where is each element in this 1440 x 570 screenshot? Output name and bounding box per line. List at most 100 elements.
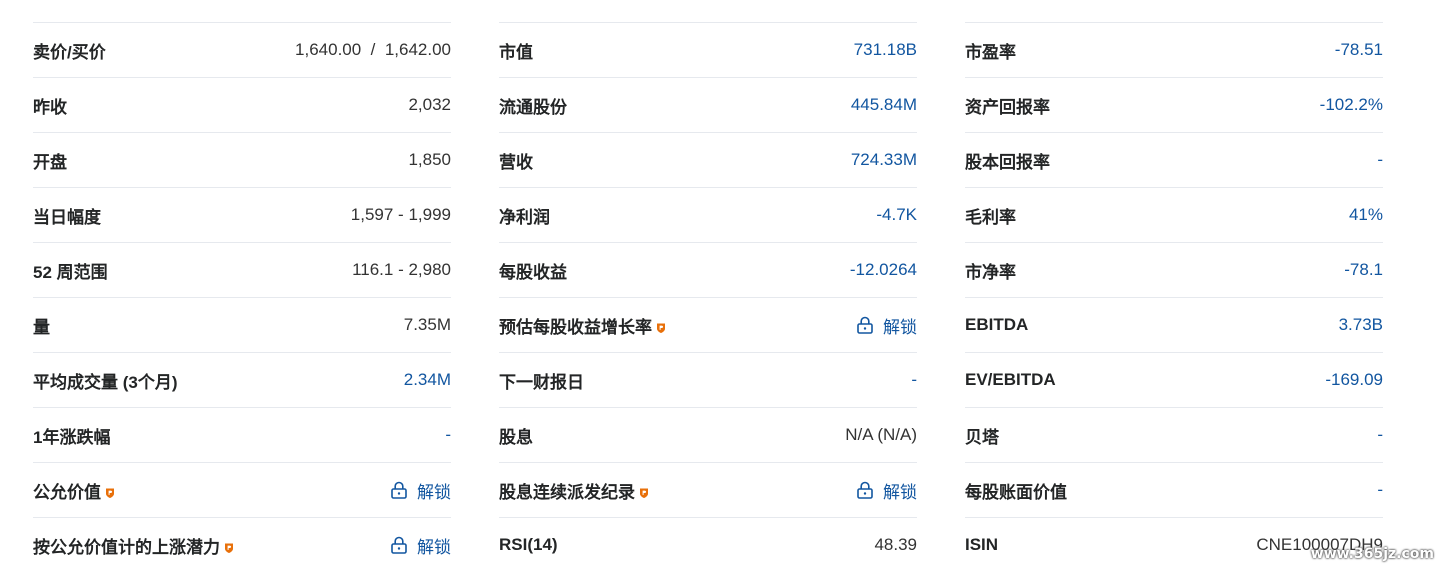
stat-label-text: 按公允价值计的上涨潜力 [33,537,220,557]
stat-row: 每股收益 -12.0264 [499,242,917,297]
stat-value-link[interactable]: 3.73B [1339,315,1383,335]
stat-label-text: 卖价/买价 [33,42,106,62]
stat-value: N/A (N/A) [845,425,917,444]
stat-row: 贝塔 - [965,407,1383,462]
stat-value-link[interactable]: 2.34M [404,370,451,390]
stat-label-text: 市净率 [965,262,1016,282]
stat-label-text: 量 [33,317,50,337]
unlock-button[interactable]: 解锁 [389,533,451,558]
stat-label-text: 昨收 [33,97,67,117]
stat-row: 预估每股收益增长率 解锁 [499,297,917,352]
stat-label-text: 下一财报日 [499,372,584,392]
unlock-label: 解锁 [417,537,451,557]
stat-value: 7.35M [403,315,451,334]
stat-row: 平均成交量 (3个月) 2.34M [33,352,451,407]
stat-value-link[interactable]: - [1377,480,1383,500]
stat-value-link[interactable]: - [1377,425,1383,445]
stat-value-link[interactable]: -78.51 [1335,40,1383,60]
stat-label: 平均成交量 (3个月) [33,368,178,393]
stat-label: ISIN [965,535,998,555]
stats-column-1: 卖价/买价 1,640.00 / 1,642.00 昨收 2,032 开盘 1,850 当日… [33,22,451,570]
stat-value: 1,850 [408,150,451,169]
stat-value-link[interactable]: -169.09 [1325,370,1383,390]
stat-value-link[interactable]: -12.0264 [850,260,917,280]
stat-row: RSI(14) 48.39 [499,517,917,570]
stat-label-text: 股息 [499,427,533,447]
stat-label-text: 流通股份 [499,97,567,117]
stat-label-text: 52 周范围 [33,262,108,282]
pro-badge-icon [638,484,650,498]
stat-label: 股息 [499,423,533,448]
stat-row: 下一财报日 - [499,352,917,407]
lock-icon [855,315,875,335]
stat-label-text: EBITDA [965,315,1029,334]
pro-badge-icon [655,319,667,333]
stat-row: EV/EBITDA -169.09 [965,352,1383,407]
stat-label: 当日幅度 [33,203,101,228]
unlock-button[interactable]: 解锁 [855,478,917,503]
stat-row: 净利润 -4.7K [499,187,917,242]
stat-row: 市净率 -78.1 [965,242,1383,297]
stat-row: ISIN CNE100007DH9 [965,517,1383,570]
stat-label-text: 毛利率 [965,207,1016,227]
stats-column-2: 市值 731.18B 流通股份 445.84M 营收 724.33M 净利润 -4.7K 每股收… [499,22,917,570]
stat-label-text: 市值 [499,42,533,62]
stat-label: 净利润 [499,203,550,228]
stat-value-link[interactable]: 41% [1349,205,1383,225]
stat-value-link[interactable]: -102.2% [1320,95,1383,115]
stat-label-text: 股本回报率 [965,152,1050,172]
lock-icon [389,480,409,500]
stat-label: 市净率 [965,258,1016,283]
lock-icon [389,535,409,555]
lock-icon [855,480,875,500]
stat-value-link[interactable]: 731.18B [854,40,917,60]
stat-row: 昨收 2,032 [33,77,451,132]
stat-label: 下一财报日 [499,368,584,393]
stat-label: EBITDA [965,315,1028,335]
stat-row: 营收 724.33M [499,132,917,187]
stat-label: 开盘 [33,148,67,173]
stat-label: RSI(14) [499,535,558,555]
stat-label: 资产回报率 [965,93,1050,118]
unlock-button[interactable]: 解锁 [855,313,917,338]
stats-column-3: 市盈率 -78.51 资产回报率 -102.2% 股本回报率 - 毛利率 41% 市净率 -78.… [965,22,1383,570]
stat-label: 营收 [499,148,533,173]
stat-row: 公允价值 解锁 [33,462,451,517]
stat-label-text: 资产回报率 [965,97,1050,117]
stat-value-link[interactable]: - [445,425,451,445]
stat-value-link[interactable]: - [911,370,917,390]
stat-value: 116.1 - 2,980 [352,260,451,279]
stat-row: 量 7.35M [33,297,451,352]
stat-value-link[interactable]: 724.33M [851,150,917,170]
stat-value: 2,032 [408,95,451,114]
stat-label-text: 净利润 [499,207,550,227]
key-stats-page: 卖价/买价 1,640.00 / 1,642.00 昨收 2,032 开盘 1,850 当日… [0,0,1440,570]
stat-label: 流通股份 [499,93,567,118]
stat-row: 卖价/买价 1,640.00 / 1,642.00 [33,22,451,77]
stat-value: 1,640.00 / 1,642.00 [295,40,451,59]
stat-label-text: 平均成交量 (3个月) [33,372,178,392]
stat-label-text: 市盈率 [965,42,1016,62]
stat-row: 毛利率 41% [965,187,1383,242]
stat-label: 量 [33,313,50,338]
stat-row: 市盈率 -78.51 [965,22,1383,77]
stat-label-text: 当日幅度 [33,207,101,227]
stat-label-text: 每股账面价值 [965,482,1067,502]
stat-value-link[interactable]: -4.7K [876,205,917,225]
stat-value-link[interactable]: -78.1 [1344,260,1383,280]
stat-label: 市值 [499,38,533,63]
stat-row: 当日幅度 1,597 - 1,999 [33,187,451,242]
stat-label-text: 公允价值 [33,482,101,502]
pro-badge-icon [223,539,235,553]
stat-value-link[interactable]: 445.84M [851,95,917,115]
stat-label-text: 预估每股收益增长率 [499,317,652,337]
stat-value-link[interactable]: - [1377,150,1383,170]
stat-label: 昨收 [33,93,67,118]
stat-label: 毛利率 [965,203,1016,228]
unlock-label: 解锁 [883,482,917,502]
stat-label: 每股收益 [499,258,567,283]
stat-label: 预估每股收益增长率 [499,313,667,338]
stat-row: 52 周范围 116.1 - 2,980 [33,242,451,297]
unlock-button[interactable]: 解锁 [389,478,451,503]
stat-label: 52 周范围 [33,258,108,283]
